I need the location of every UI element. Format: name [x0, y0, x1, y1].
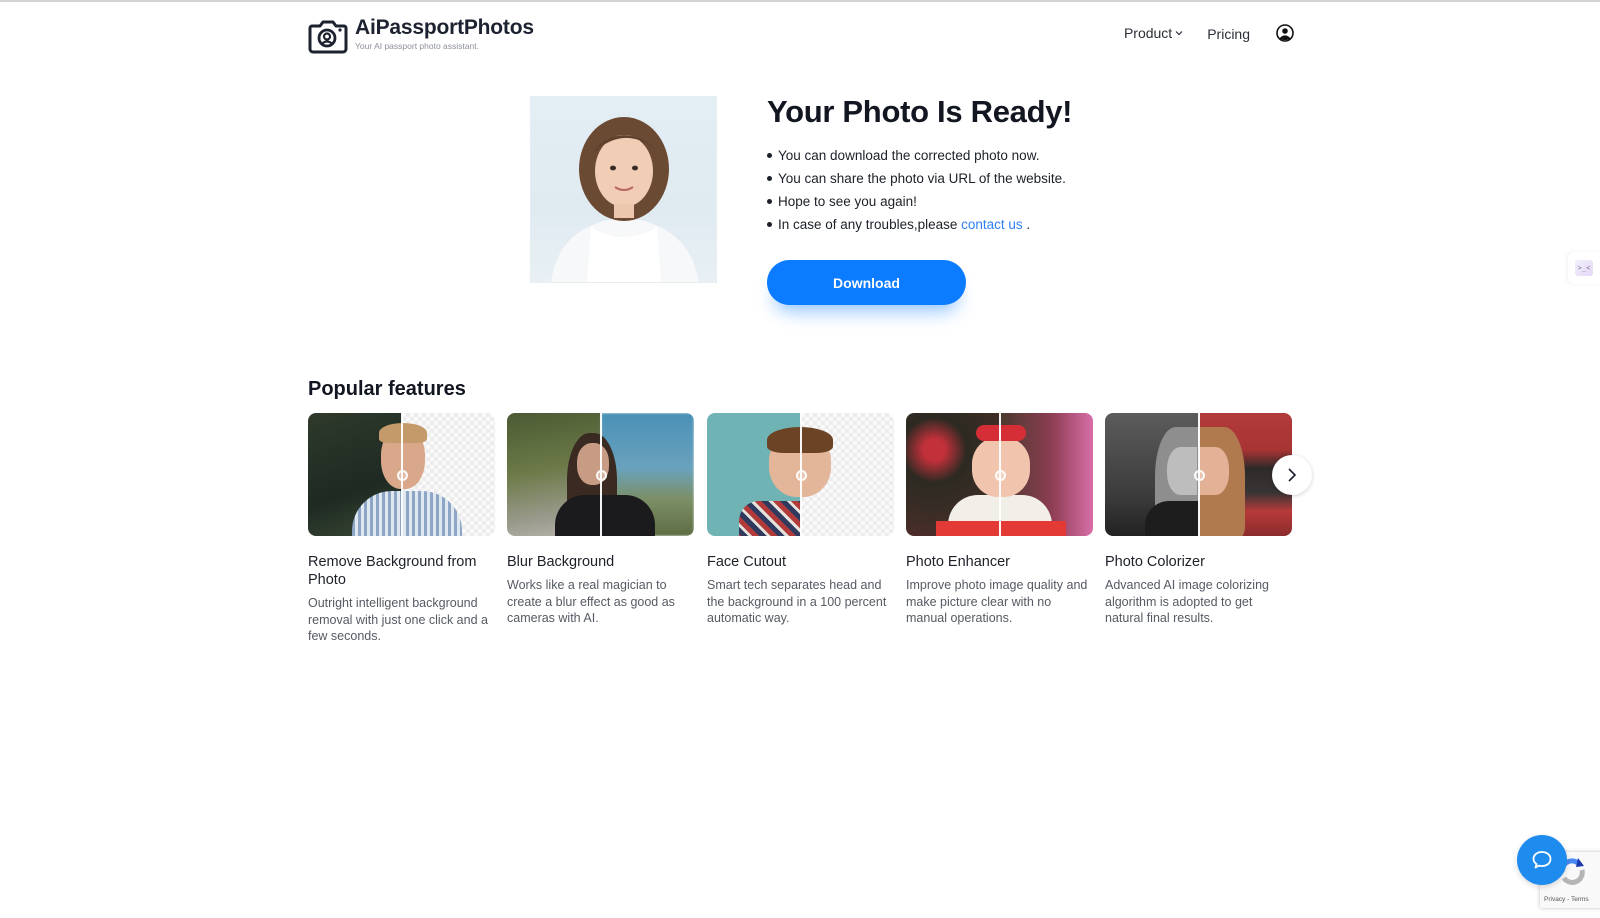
chat-bubble-icon [1532, 851, 1552, 869]
compare-slider-handle[interactable] [396, 469, 408, 481]
result-info: Your Photo Is Ready! You can download th… [767, 92, 1187, 236]
main-nav: Product Pricing [1124, 24, 1294, 42]
feature-preview-image [707, 413, 894, 536]
feature-title: Photo Colorizer [1105, 554, 1205, 570]
nav-pricing-link[interactable]: Pricing [1207, 26, 1250, 42]
compare-slider-handle[interactable] [595, 469, 607, 481]
recaptcha-privacy-terms[interactable]: Privacy - Terms [1544, 896, 1589, 903]
note-item-contact: In case of any troubles,please contact u… [767, 213, 1187, 236]
feature-title: Blur Background [507, 554, 615, 570]
feature-preview-image [507, 413, 694, 536]
compare-slider-handle[interactable] [994, 469, 1006, 481]
note-item: Hope to see you again! [767, 190, 1187, 213]
feature-card-blur-background[interactable]: Blur Background Works like a real magici… [507, 413, 694, 627]
chevron-down-icon [1175, 31, 1183, 36]
feature-preview-image [308, 413, 495, 536]
side-widget-face-icon: >_< [1575, 260, 1593, 276]
nav-product-dropdown[interactable]: Product [1124, 25, 1183, 41]
chevron-right-icon [1288, 468, 1297, 482]
download-button[interactable]: Download [767, 260, 966, 305]
feature-preview-image [1105, 413, 1292, 536]
site-header: AiPassportPhotos Your AI passport photo … [308, 14, 1294, 58]
girl-portrait-image [551, 117, 699, 282]
popular-features-heading: Popular features [308, 378, 466, 400]
user-circle-icon[interactable] [1276, 24, 1294, 42]
feature-title: Photo Enhancer [906, 554, 1010, 570]
feature-description: Advanced AI image colorizing algorithm i… [1105, 578, 1269, 625]
result-notes-list: You can download the corrected photo now… [767, 144, 1187, 236]
feature-title: Face Cutout [707, 554, 786, 570]
trouble-suffix: . [1022, 217, 1031, 232]
compare-slider-handle[interactable] [1193, 469, 1205, 481]
feature-card-face-cutout[interactable]: Face Cutout Smart tech separates head an… [707, 413, 894, 627]
brand-logo[interactable]: AiPassportPhotos Your AI passport photo … [308, 16, 534, 54]
page-title: Your Photo Is Ready! [767, 94, 1073, 129]
feature-description: Works like a real magician to create a b… [507, 578, 675, 625]
feature-title: Remove Background from Photo [308, 554, 477, 588]
carousel-next-button[interactable] [1272, 455, 1312, 495]
feature-description: Smart tech separates head and the backgr… [707, 578, 887, 625]
side-feedback-widget[interactable]: >_< [1568, 252, 1600, 284]
contact-us-link[interactable]: contact us [961, 217, 1023, 232]
brand-name: AiPassportPhotos [355, 16, 534, 39]
feature-description: Improve photo image quality and make pic… [906, 578, 1088, 625]
browser-top-border [0, 0, 1600, 2]
trouble-text: In case of any troubles,please [778, 217, 962, 232]
note-item: You can share the photo via URL of the w… [767, 167, 1187, 190]
note-item: You can download the corrected photo now… [767, 144, 1187, 167]
feature-description: Outright intelligent background removal … [308, 596, 488, 643]
feature-preview-image [906, 413, 1093, 536]
nav-product-label: Product [1123, 25, 1173, 41]
brand-tagline: Your AI passport photo assistant. [355, 41, 479, 51]
feature-card-photo-colorizer[interactable]: Photo Colorizer Advanced AI image colori… [1105, 413, 1292, 627]
compare-slider-handle[interactable] [795, 469, 807, 481]
feature-card-photo-enhancer[interactable]: Photo Enhancer Improve photo image quali… [906, 413, 1093, 627]
feature-card-remove-background[interactable]: Remove Background from Photo Outright in… [308, 413, 495, 645]
chat-support-button[interactable] [1517, 835, 1567, 885]
result-photo [530, 96, 717, 283]
camera-face-icon [308, 20, 348, 54]
